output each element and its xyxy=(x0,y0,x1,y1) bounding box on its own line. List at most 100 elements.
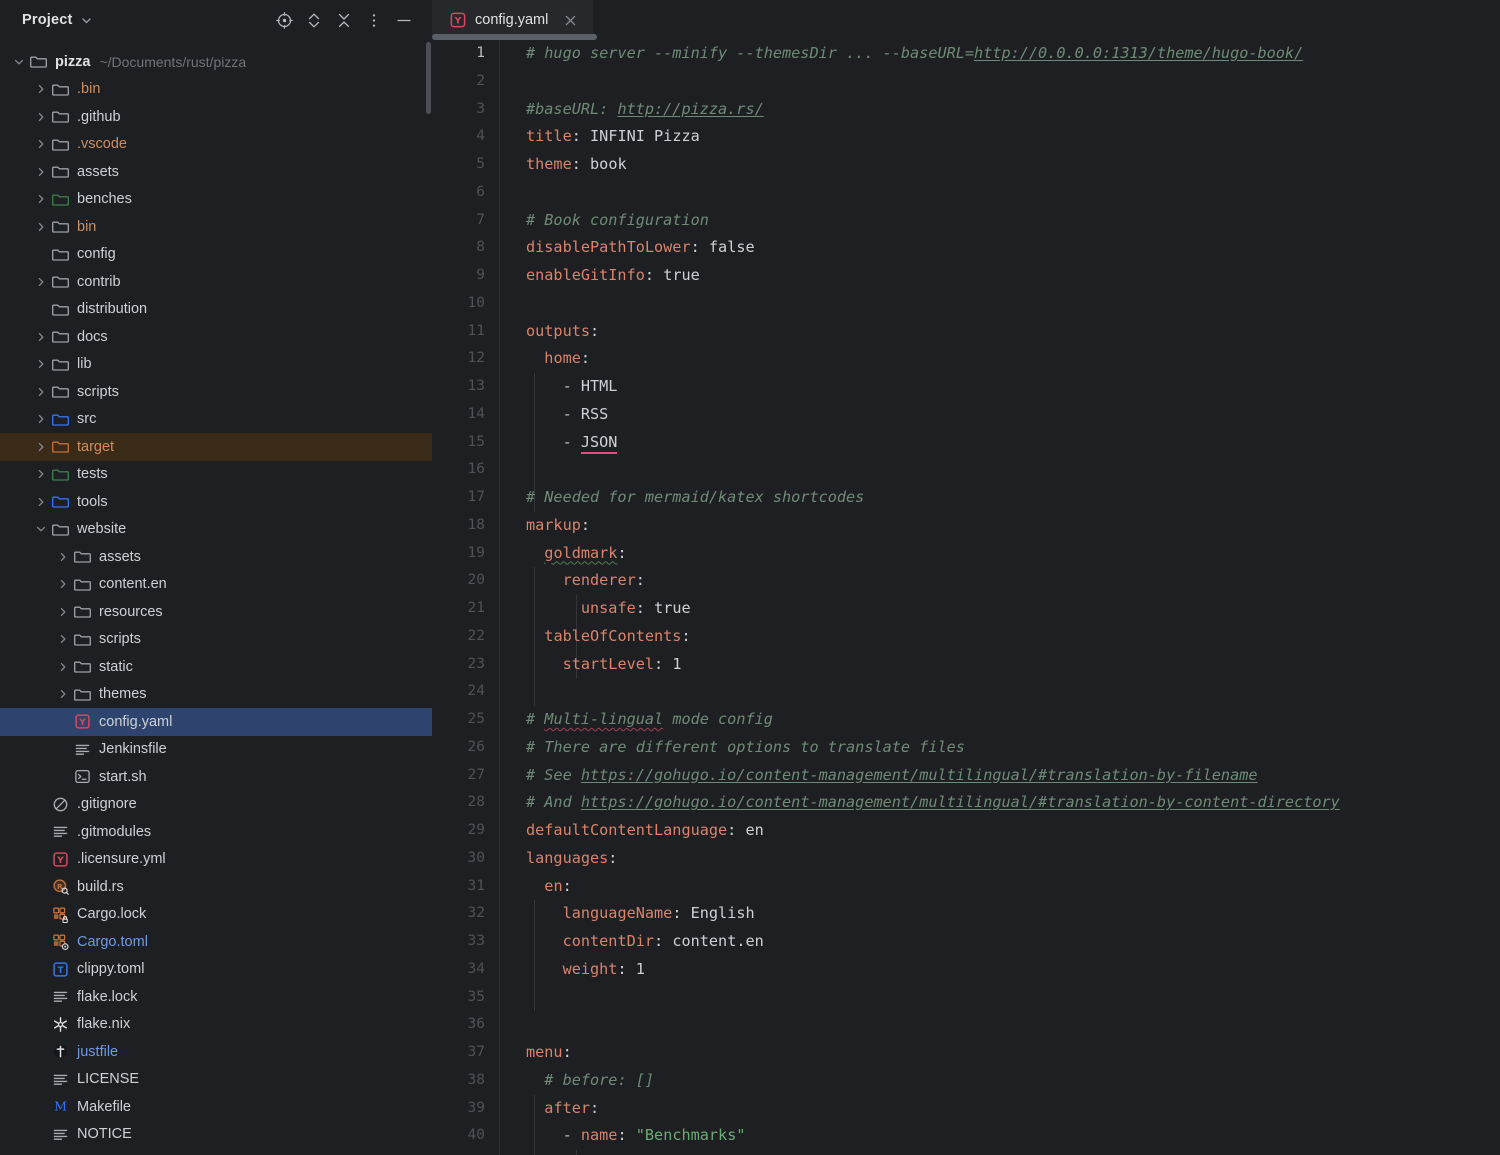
code-line[interactable]: - url: "https://..." xyxy=(526,1150,1500,1155)
tree-item-src[interactable]: src xyxy=(0,406,432,434)
tree-item-scripts[interactable]: scripts xyxy=(0,626,432,654)
code-line[interactable]: outputs: xyxy=(526,318,1500,346)
code-line[interactable]: #baseURL: http://pizza.rs/ xyxy=(526,96,1500,124)
code-line[interactable] xyxy=(526,179,1500,207)
tree-item-tools[interactable]: tools xyxy=(0,488,432,516)
code-line[interactable]: after: xyxy=(526,1095,1500,1123)
tree-item-flake-lock[interactable]: flake.lock xyxy=(0,983,432,1011)
tree-item-assets[interactable]: assets xyxy=(0,158,432,186)
chevron-right-icon[interactable] xyxy=(32,111,50,123)
code-line[interactable] xyxy=(526,678,1500,706)
code-line[interactable]: languageName: English xyxy=(526,900,1500,928)
code-content[interactable]: # hugo server --minify --themesDir ... -… xyxy=(500,40,1500,1155)
code-line[interactable]: # There are different options to transla… xyxy=(526,734,1500,762)
code-line[interactable]: theme: book xyxy=(526,151,1500,179)
tree-item-contrib[interactable]: contrib xyxy=(0,268,432,296)
code-line[interactable]: goldmark: xyxy=(526,540,1500,568)
chevron-right-icon[interactable] xyxy=(54,551,72,563)
tree-item-makefile[interactable]: M Makefile xyxy=(0,1093,432,1121)
chevron-down-icon[interactable] xyxy=(80,14,93,27)
chevron-right-icon[interactable] xyxy=(54,688,72,700)
tree-item-license[interactable]: LICENSE xyxy=(0,1066,432,1094)
code-line[interactable] xyxy=(526,1011,1500,1039)
tree-item-scripts[interactable]: scripts xyxy=(0,378,432,406)
chevron-right-icon[interactable] xyxy=(32,468,50,480)
code-line[interactable]: - name: "Benchmarks" xyxy=(526,1122,1500,1150)
code-line[interactable]: # hugo server --minify --themesDir ... -… xyxy=(526,40,1500,68)
sidebar-scrollbar[interactable] xyxy=(426,42,431,114)
code-line[interactable]: # before: [] xyxy=(526,1067,1500,1095)
tree-item-tests[interactable]: tests xyxy=(0,461,432,489)
tree-item-gitignore[interactable]: .gitignore xyxy=(0,791,432,819)
tree-item-build-rs[interactable]: Rbuild.rs xyxy=(0,873,432,901)
tree-item-target[interactable]: target xyxy=(0,433,432,461)
tree-item-cargo-toml[interactable]: Cargo.toml xyxy=(0,928,432,956)
code-line[interactable]: menu: xyxy=(526,1039,1500,1067)
code-line[interactable]: # Multi-lingual mode config xyxy=(526,706,1500,734)
project-tree[interactable]: pizza ~/Documents/rust/pizza .bin .github .v… xyxy=(0,40,432,1155)
chevron-right-icon[interactable] xyxy=(32,221,50,233)
chevron-right-icon[interactable] xyxy=(54,606,72,618)
tree-item-justfile[interactable]: justfile xyxy=(0,1038,432,1066)
code-editor[interactable]: 1 2 3 4 5 6 7 8 9 10 11 12 13 14 15 16 17 18 19 20 21 22 23 24 2… xyxy=(432,40,1500,1155)
chevron-right-icon[interactable] xyxy=(32,413,50,425)
code-line[interactable]: markup: xyxy=(526,512,1500,540)
chevron-right-icon[interactable] xyxy=(32,193,50,205)
tree-item-docs[interactable]: docs xyxy=(0,323,432,351)
code-line[interactable] xyxy=(526,456,1500,484)
tree-item-config-yaml[interactable]: Yconfig.yaml xyxy=(0,708,432,736)
code-line[interactable]: en: xyxy=(526,873,1500,901)
tree-item-resources[interactable]: resources xyxy=(0,598,432,626)
code-line[interactable]: contentDir: content.en xyxy=(526,928,1500,956)
code-line[interactable]: tableOfContents: xyxy=(526,623,1500,651)
more-options-icon[interactable] xyxy=(360,6,388,34)
tree-item-lib[interactable]: lib xyxy=(0,351,432,379)
code-line[interactable]: - HTML xyxy=(526,373,1500,401)
tree-item-themes[interactable]: themes xyxy=(0,681,432,709)
code-line[interactable]: - JSON xyxy=(526,429,1500,457)
code-line[interactable]: # See https://gohugo.io/content-manageme… xyxy=(526,762,1500,790)
expand-collapse-icon[interactable] xyxy=(300,6,328,34)
code-line[interactable]: weight: 1 xyxy=(526,956,1500,984)
code-line[interactable]: renderer: xyxy=(526,567,1500,595)
tree-item-static[interactable]: static xyxy=(0,653,432,681)
tree-item-bin[interactable]: bin xyxy=(0,213,432,241)
tree-item-notice[interactable]: NOTICE xyxy=(0,1121,432,1149)
chevron-right-icon[interactable] xyxy=(32,331,50,343)
tree-item-jenkinsfile[interactable]: Jenkinsfile xyxy=(0,736,432,764)
tree-item-distribution[interactable]: distribution xyxy=(0,296,432,324)
code-line[interactable]: languages: xyxy=(526,845,1500,873)
chevron-right-icon[interactable] xyxy=(32,358,50,370)
collapse-all-icon[interactable] xyxy=(330,6,358,34)
tree-item-flake-nix[interactable]: flake.nix xyxy=(0,1011,432,1039)
chevron-right-icon[interactable] xyxy=(32,166,50,178)
tree-item-benches[interactable]: benches xyxy=(0,186,432,214)
code-line[interactable]: disablePathToLower: false xyxy=(526,234,1500,262)
tree-item-gitmodules[interactable]: .gitmodules xyxy=(0,818,432,846)
chevron-right-icon[interactable] xyxy=(32,386,50,398)
chevron-right-icon[interactable] xyxy=(54,578,72,590)
code-line[interactable] xyxy=(526,290,1500,318)
tree-item-licensure-yml[interactable]: Y .licensure.yml xyxy=(0,846,432,874)
chevron-right-icon[interactable] xyxy=(32,441,50,453)
tree-item-start-sh[interactable]: start.sh xyxy=(0,763,432,791)
chevron-down-icon[interactable] xyxy=(32,523,50,535)
tree-item-assets[interactable]: assets xyxy=(0,543,432,571)
minimize-panel-icon[interactable] xyxy=(390,6,418,34)
code-line[interactable]: home: xyxy=(526,345,1500,373)
chevron-right-icon[interactable] xyxy=(32,138,50,150)
tree-item-cargo-lock[interactable]: Cargo.lock xyxy=(0,901,432,929)
code-line[interactable]: enableGitInfo: true xyxy=(526,262,1500,290)
tree-item-config[interactable]: config xyxy=(0,241,432,269)
chevron-right-icon[interactable] xyxy=(54,661,72,673)
code-line[interactable]: startLevel: 1 xyxy=(526,651,1500,679)
close-icon[interactable] xyxy=(561,11,579,29)
tree-item-website[interactable]: website xyxy=(0,516,432,544)
code-line[interactable] xyxy=(526,68,1500,96)
code-line[interactable]: # And https://gohugo.io/content-manageme… xyxy=(526,789,1500,817)
chevron-right-icon[interactable] xyxy=(32,496,50,508)
code-line[interactable]: defaultContentLanguage: en xyxy=(526,817,1500,845)
code-line[interactable] xyxy=(526,984,1500,1012)
tree-item-pizza[interactable]: pizza ~/Documents/rust/pizza xyxy=(0,48,432,76)
chevron-right-icon[interactable] xyxy=(32,83,50,95)
